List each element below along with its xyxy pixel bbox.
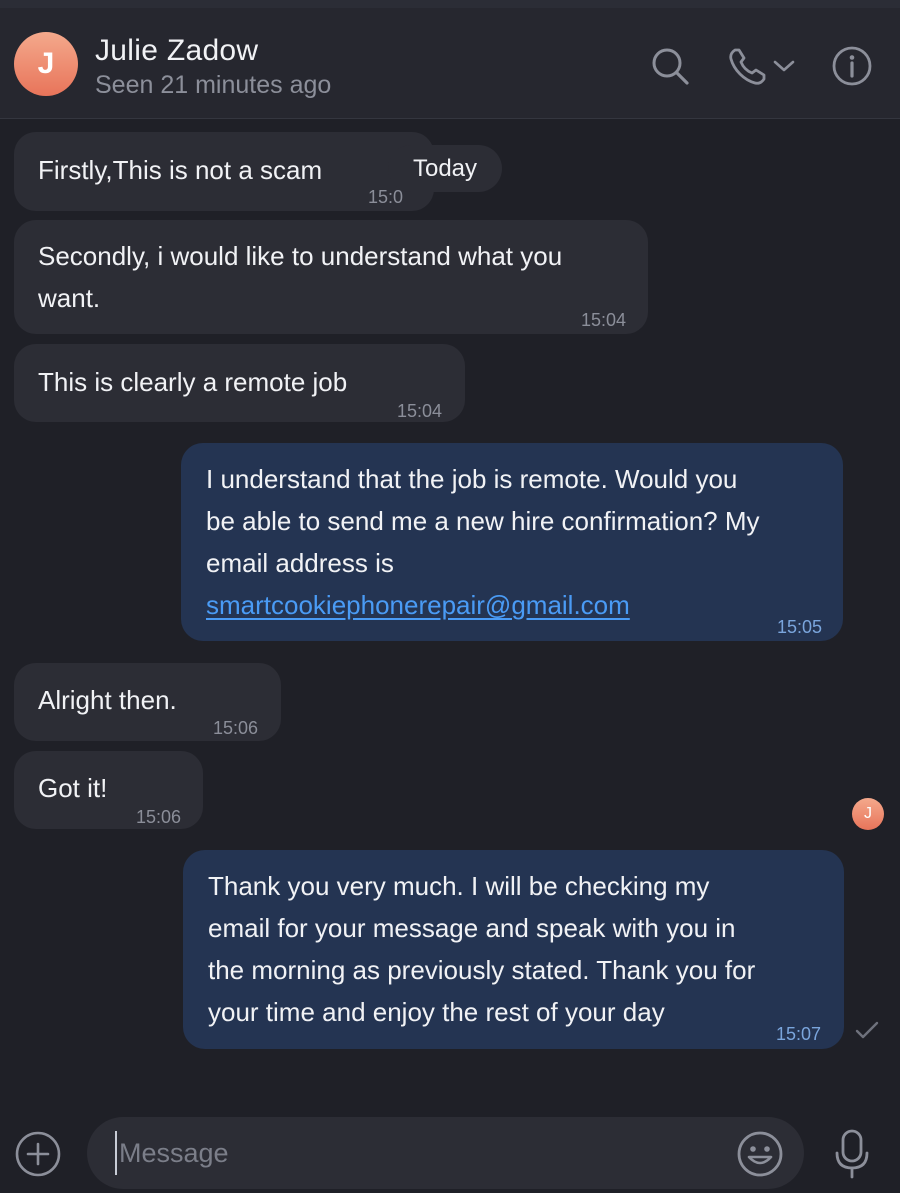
emoji-icon[interactable]: [735, 1129, 785, 1179]
phone-icon[interactable]: [726, 44, 770, 88]
message-time: 15:04: [397, 401, 443, 421]
message-time: 15:04: [581, 310, 627, 330]
search-icon[interactable]: [648, 44, 692, 88]
message-time: 15:06: [136, 807, 182, 827]
incoming-message[interactable]: This is clearly a remote job 15:04: [14, 344, 465, 422]
sent-check-icon: [854, 1020, 880, 1040]
email-link[interactable]: smartcookiephonerepair@gmail.com: [206, 584, 630, 626]
message-text: This is clearly a remote job: [38, 367, 348, 397]
top-strip: [0, 0, 900, 8]
message-text: email address is: [206, 548, 394, 578]
message-text: Got it!: [38, 773, 108, 803]
message-text: Secondly, i would like to understand wha…: [38, 241, 563, 271]
message-text: be able to send me a new hire confirmati…: [206, 506, 760, 536]
incoming-message[interactable]: Firstly,This is not a scam 15:0: [14, 132, 434, 211]
message-text: email for your message and speak with yo…: [208, 913, 736, 943]
message-text: the morning as previously stated. Thank …: [208, 955, 756, 985]
chevron-down-icon[interactable]: [770, 56, 798, 76]
message-text: I understand that the job is remote. Wou…: [206, 464, 738, 494]
message-text: want.: [38, 283, 101, 313]
message-text: Alright then.: [38, 685, 177, 715]
contact-name[interactable]: Julie Zadow: [95, 34, 258, 68]
plus-circle-icon[interactable]: [14, 1130, 62, 1178]
outgoing-message[interactable]: I understand that the job is remote. Wou…: [181, 443, 843, 641]
info-icon[interactable]: [830, 44, 874, 88]
message-time: 15:07: [776, 1024, 822, 1044]
message-text: Firstly,This is not a scam: [38, 155, 323, 185]
incoming-message[interactable]: Secondly, i would like to understand wha…: [14, 220, 648, 334]
message-time: 15:05: [777, 617, 823, 637]
microphone-icon[interactable]: [832, 1128, 872, 1180]
outgoing-message[interactable]: Thank you very much. I will be checking …: [183, 850, 844, 1049]
message-input[interactable]: [115, 1131, 715, 1175]
message-text: your time and enjoy the rest of your day: [208, 997, 665, 1027]
incoming-message[interactable]: Got it! 15:06: [14, 751, 203, 829]
contact-status: Seen 21 minutes ago: [95, 71, 332, 99]
incoming-message[interactable]: Alright then. 15:06: [14, 663, 281, 741]
message-text: Thank you very much. I will be checking …: [208, 871, 710, 901]
message-time: 15:06: [213, 718, 259, 738]
date-divider-pill: Today: [388, 145, 502, 192]
contact-avatar[interactable]: J: [14, 32, 78, 96]
message-list[interactable]: Firstly,This is not a scam 15:0 Secondly…: [0, 120, 900, 1110]
message-input-container[interactable]: [87, 1117, 804, 1189]
read-receipt-avatar: J: [852, 798, 884, 830]
chat-header: J Julie Zadow Seen 21 minutes ago: [0, 8, 900, 119]
